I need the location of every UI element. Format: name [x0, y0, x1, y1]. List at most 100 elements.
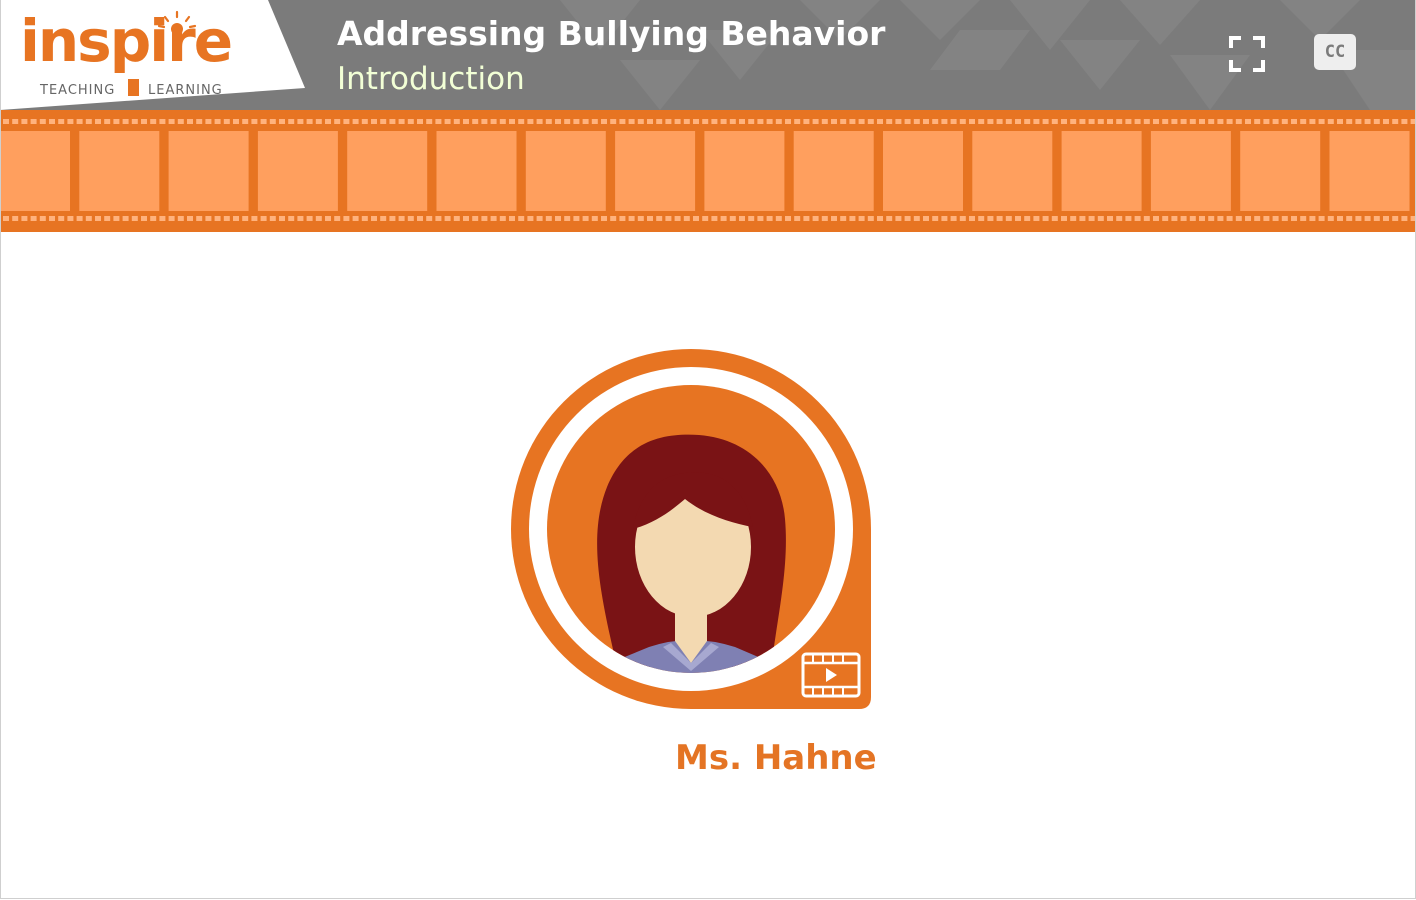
- film-perforation: [223, 119, 230, 124]
- film-perforation: [950, 119, 957, 124]
- film-perforation: [693, 216, 699, 221]
- film-perforation: [987, 119, 994, 124]
- film-perforation: [76, 216, 83, 221]
- film-perforation: [122, 216, 129, 221]
- film-perforation: [288, 119, 295, 124]
- closed-captions-button[interactable]: CC: [1314, 34, 1356, 70]
- film-perforation: [748, 119, 755, 124]
- film-perforation: [444, 216, 451, 221]
- film-perforation: [1226, 216, 1233, 221]
- film-perforation: [1245, 119, 1251, 124]
- film-play-icon: [801, 652, 861, 698]
- film-perforation: [582, 216, 589, 221]
- film-perforation: [233, 119, 239, 124]
- film-perforation: [490, 216, 497, 221]
- film-perforation: [1263, 216, 1270, 221]
- film-perforation: [1088, 119, 1095, 124]
- fullscreen-button[interactable]: [1227, 34, 1267, 74]
- film-perforation: [950, 216, 957, 221]
- film-perforation: [1171, 119, 1178, 124]
- film-perforation: [1162, 119, 1169, 124]
- film-frame: [1150, 131, 1231, 211]
- film-perforation: [95, 119, 101, 124]
- film-perforation: [407, 216, 414, 221]
- film-perforation: [21, 119, 28, 124]
- film-perforation: [398, 216, 405, 221]
- film-perforation: [1015, 216, 1021, 221]
- logo-text: inspire: [20, 7, 233, 75]
- film-perforation: [886, 119, 893, 124]
- film-perforation: [923, 119, 929, 124]
- film-perforation: [104, 119, 111, 124]
- film-perforation: [1281, 119, 1288, 124]
- film-perforation: [1107, 119, 1113, 124]
- film-perforation: [1079, 216, 1086, 221]
- film-perforation: [1235, 119, 1242, 124]
- film-perforation: [932, 119, 939, 124]
- film-perforation: [1355, 119, 1362, 124]
- film-perforation: [1125, 216, 1132, 221]
- film-perforation: [637, 119, 644, 124]
- film-perforation: [361, 216, 368, 221]
- play-video-button[interactable]: [801, 652, 861, 698]
- film-perforation: [1088, 216, 1095, 221]
- film-perforation: [12, 119, 19, 124]
- film-perforation: [1309, 119, 1316, 124]
- film-perforation: [30, 119, 37, 124]
- film-perforation: [444, 119, 451, 124]
- logo-tagline-left: TEACHING: [40, 83, 116, 98]
- film-perforation: [39, 119, 46, 124]
- film-perforation: [1134, 119, 1141, 124]
- film-perforation: [729, 119, 736, 124]
- film-perforation: [150, 119, 157, 124]
- film-perforation: [361, 119, 368, 124]
- film-frame: [883, 131, 963, 211]
- film-perforation: [1392, 119, 1399, 124]
- film-frame: [615, 131, 696, 211]
- film-perforation: [122, 119, 129, 124]
- film-perforation: [426, 119, 433, 124]
- film-perforation: [297, 119, 304, 124]
- film-perforation: [1061, 119, 1067, 124]
- film-perforation: [177, 119, 184, 124]
- film-perforation: [564, 119, 571, 124]
- film-perforation: [481, 119, 488, 124]
- film-perforation: [297, 216, 304, 221]
- film-perforation: [536, 216, 543, 221]
- film-perforation: [913, 216, 920, 221]
- film-perforation: [279, 119, 285, 124]
- film-perforation: [683, 216, 690, 221]
- film-perforation: [325, 216, 331, 221]
- film-perforation: [1373, 119, 1380, 124]
- film-perforation: [1254, 216, 1261, 221]
- film-perforation: [49, 216, 55, 221]
- film-perforation: [1300, 216, 1307, 221]
- film-perforation: [1005, 119, 1012, 124]
- film-perforation: [1291, 119, 1297, 124]
- film-perforation: [352, 119, 359, 124]
- logo-tagline-right: LEARNING: [148, 83, 223, 98]
- film-perforation: [720, 216, 727, 221]
- film-perforation: [1364, 119, 1371, 124]
- film-perforation: [610, 119, 617, 124]
- film-perforation: [205, 119, 212, 124]
- film-perforation: [1171, 216, 1178, 221]
- film-perforation: [417, 216, 423, 221]
- film-frame: [436, 131, 517, 211]
- film-perforation: [168, 216, 175, 221]
- film-perforation: [1033, 216, 1040, 221]
- film-perforation: [1180, 216, 1187, 221]
- film-perforation: [12, 216, 19, 221]
- film-perforation: [1125, 119, 1132, 124]
- film-perforation: [1346, 119, 1353, 124]
- film-perforation: [104, 216, 111, 221]
- film-perforation: [766, 119, 773, 124]
- film-perforation: [49, 119, 55, 124]
- film-perforation: [1383, 216, 1389, 221]
- film-perforation: [545, 216, 552, 221]
- film-perforation: [1346, 216, 1353, 221]
- film-perforation: [21, 216, 28, 221]
- film-perforation: [76, 119, 83, 124]
- film-perforation: [831, 119, 837, 124]
- film-perforation: [242, 216, 249, 221]
